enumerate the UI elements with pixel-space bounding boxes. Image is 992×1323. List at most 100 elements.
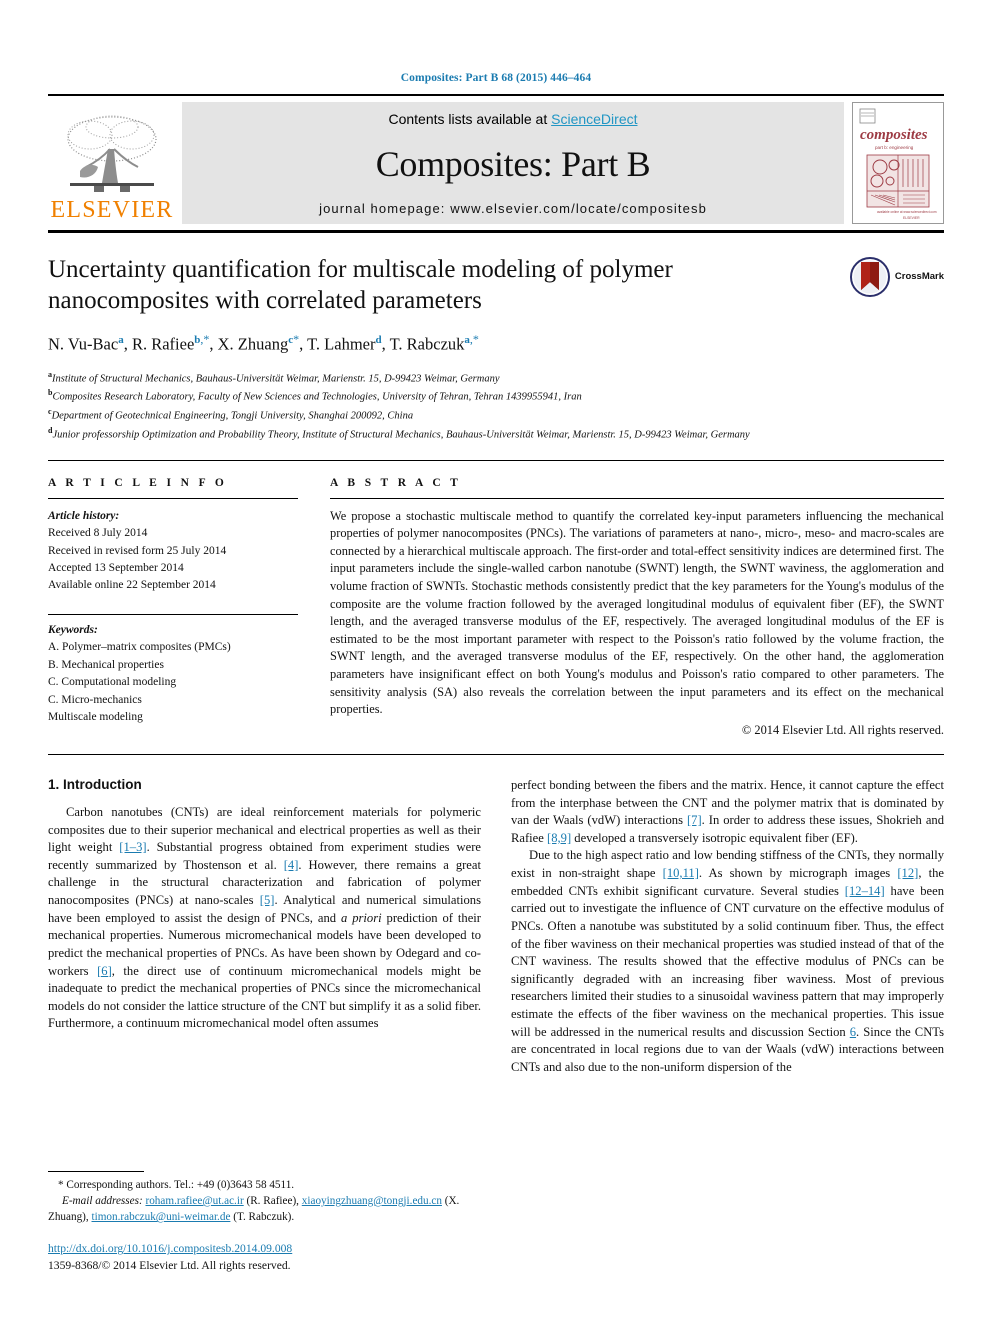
body-column-right: perfect bonding between the fibers and t… bbox=[511, 777, 944, 1077]
article-info-rule bbox=[48, 497, 298, 499]
affiliation-mark: b bbox=[48, 388, 53, 398]
section-heading-introduction: 1. Introduction bbox=[48, 776, 142, 792]
citation-link[interactable]: [12–14] bbox=[845, 884, 885, 898]
svg-text:available online at www.scienc: available online at www.sciencedirect.co… bbox=[877, 210, 937, 214]
article-history-block: Article history: Received 8 July 2014 Rec… bbox=[48, 508, 298, 595]
citation-link[interactable]: [1–3] bbox=[119, 840, 146, 854]
author-corresponding-mark: ,* bbox=[200, 332, 210, 346]
keyword-items: A. Polymer–matrix composites (PMCs) B. Me… bbox=[48, 639, 298, 726]
email-addresses-label: E-mail addresses: bbox=[62, 1194, 146, 1207]
affiliation-mark: c bbox=[48, 407, 52, 417]
elsevier-logo: ELSEVIER bbox=[48, 102, 176, 224]
keywords-rule bbox=[48, 613, 298, 615]
citation-link[interactable]: [5] bbox=[260, 893, 275, 907]
elsevier-wordmark: ELSEVIER bbox=[50, 197, 174, 223]
author-name: R. Rafiee bbox=[131, 334, 195, 354]
contents-prefix: Contents lists available at bbox=[388, 111, 552, 127]
citation-link[interactable]: [8,9] bbox=[547, 831, 571, 845]
email-owner: (R. Rafiee), bbox=[243, 1194, 302, 1207]
contents-available-line: Contents lists available at ScienceDirec… bbox=[388, 111, 637, 127]
article-info-column: A R T I C L E I N F O Article history: R… bbox=[48, 477, 330, 738]
affiliation-item: cDepartment of Geotechnical Engineering,… bbox=[48, 407, 414, 422]
keywords-block: Keywords: A. Polymer–matrix composites (… bbox=[48, 622, 298, 727]
body-columns: 1. Introduction Carbon nanotubes (CNTs) … bbox=[48, 777, 944, 1077]
article-history-item: Received in revised form 25 July 2014 bbox=[48, 544, 227, 557]
author-affiliation-mark: a bbox=[118, 334, 124, 346]
author-affiliation-mark: d bbox=[375, 334, 382, 346]
body-column-left: 1. Introduction Carbon nanotubes (CNTs) … bbox=[48, 777, 481, 1077]
elsevier-tree-icon bbox=[67, 115, 157, 192]
affiliation-mark: a bbox=[48, 369, 52, 379]
journal-homepage[interactable]: journal homepage: www.elsevier.com/locat… bbox=[319, 201, 707, 216]
keyword-item: C. Micro-mechanics bbox=[48, 693, 142, 706]
paragraph-text: , the direct use of continuum micromecha… bbox=[48, 963, 481, 1031]
email-link[interactable]: xiaoyingzhuang@tongji.edu.cn bbox=[302, 1195, 442, 1207]
author-name: T. Lahmer bbox=[307, 334, 376, 354]
body-paragraph: Carbon nanotubes (CNTs) are ideal reinfo… bbox=[48, 804, 481, 1033]
footnote-divider bbox=[48, 1170, 144, 1172]
keywords-label: Keywords: bbox=[48, 623, 98, 636]
doi-link[interactable]: http://dx.doi.org/10.1016/j.compositesb.… bbox=[48, 1241, 485, 1258]
journal-title: Composites: Part B bbox=[375, 144, 651, 184]
abstract-text: We propose a stochastic multiscale metho… bbox=[330, 508, 944, 717]
article-history-items: Received 8 July 2014 Received in revised … bbox=[48, 525, 298, 595]
author-name: X. Zhuang bbox=[217, 334, 289, 354]
affiliation-list: aInstitute of Structural Mechanics, Bauh… bbox=[48, 369, 944, 444]
post-abstract-rule bbox=[48, 753, 944, 755]
article-info-heading: A R T I C L E I N F O bbox=[48, 476, 228, 489]
author-corresponding-mark: * bbox=[293, 332, 300, 346]
email-owner: (T. Rabczuk). bbox=[230, 1211, 295, 1224]
paper-page: Composites: Part B 68 (2015) 446–464 ELS… bbox=[0, 0, 992, 1323]
author-corresponding-mark: ,* bbox=[469, 332, 479, 346]
svg-text:composites: composites bbox=[860, 127, 928, 143]
affiliation-item: dJunior professorship Optimization and P… bbox=[48, 425, 750, 441]
masthead-bottom-rule bbox=[48, 230, 944, 233]
sciencedirect-link[interactable]: ScienceDirect bbox=[551, 111, 637, 127]
svg-text:ELSEVIER: ELSEVIER bbox=[903, 216, 920, 220]
info-abstract-region: A R T I C L E I N F O Article history: R… bbox=[48, 477, 944, 738]
email-link[interactable]: timon.rabczuk@uni-weimar.de bbox=[92, 1211, 231, 1223]
cover-art-icon: composites part b: engineering available… bbox=[853, 103, 943, 223]
keyword-item: A. Polymer–matrix composites (PMCs) bbox=[48, 641, 231, 654]
running-head: Composites: Part B 68 (2015) 446–464 bbox=[400, 72, 592, 84]
affiliation-item: bComposites Research Laboratory, Faculty… bbox=[48, 388, 582, 403]
masthead-center-panel: Contents lists available at ScienceDirec… bbox=[182, 102, 844, 224]
citation-link[interactable]: [12] bbox=[897, 866, 918, 880]
pre-info-rule bbox=[48, 459, 944, 461]
author-list: N. Vu-Baca, R. Rafieeb,*, X. Zhuangc*, T… bbox=[48, 332, 479, 354]
citation-link[interactable]: [4] bbox=[284, 858, 299, 872]
crossmark-icon bbox=[849, 257, 890, 297]
paragraph-text: developed a transversely isotropic equiv… bbox=[571, 830, 858, 845]
paragraph-text: . As shown by micrograph images bbox=[698, 866, 898, 880]
citation-link[interactable]: [7] bbox=[687, 813, 702, 827]
paragraph-text: have been carried out to investigate the… bbox=[511, 883, 944, 1039]
abstract-rule bbox=[330, 497, 944, 499]
doi-block: http://dx.doi.org/10.1016/j.compositesb.… bbox=[48, 1241, 485, 1275]
doi-anchor[interactable]: http://dx.doi.org/10.1016/j.compositesb.… bbox=[48, 1242, 292, 1255]
citation-link[interactable]: [10,11] bbox=[663, 866, 699, 880]
keyword-item: B. Mechanical properties bbox=[48, 658, 164, 671]
right-column-paragraphs: perfect bonding between the fibers and t… bbox=[511, 777, 944, 1077]
affiliation-mark: d bbox=[48, 425, 53, 435]
email-addresses-note: E-mail addresses: roham.rafiee@ut.ac.ir … bbox=[48, 1193, 485, 1225]
article-history-item: Accepted 13 September 2014 bbox=[48, 561, 184, 574]
footnote-area: * Corresponding authors. Tel.: +49 (0)36… bbox=[48, 1170, 485, 1275]
email-link[interactable]: roham.rafiee@ut.ac.ir bbox=[145, 1195, 243, 1207]
svg-text:part b: engineering: part b: engineering bbox=[875, 145, 914, 150]
article-history-item: Received 8 July 2014 bbox=[48, 527, 148, 540]
body-paragraph: perfect bonding between the fibers and t… bbox=[511, 777, 944, 848]
journal-masthead: ELSEVIER Contents lists available at Sci… bbox=[48, 94, 944, 224]
affiliation-item: aInstitute of Structural Mechanics, Bauh… bbox=[48, 369, 500, 385]
body-paragraph: Due to the high aspect ratio and low ben… bbox=[511, 847, 944, 1076]
keyword-item: Multiscale modeling bbox=[48, 711, 143, 724]
corresponding-author-note: * Corresponding authors. Tel.: +49 (0)36… bbox=[58, 1178, 295, 1191]
emphasis-text: a priori bbox=[340, 910, 382, 925]
citation-link[interactable]: [6] bbox=[97, 964, 112, 978]
abstract-heading: A B S T R A C T bbox=[330, 476, 462, 489]
issn-copyright: 1359-8368/© 2014 Elsevier Ltd. All right… bbox=[48, 1259, 291, 1273]
left-column-paragraphs: Carbon nanotubes (CNTs) are ideal reinfo… bbox=[48, 804, 481, 1033]
crossmark-badge[interactable]: CrossMark bbox=[826, 255, 944, 355]
page-title: Uncertainty quantification for multiscal… bbox=[48, 256, 673, 314]
journal-cover-thumbnail: composites part b: engineering available… bbox=[852, 102, 944, 224]
